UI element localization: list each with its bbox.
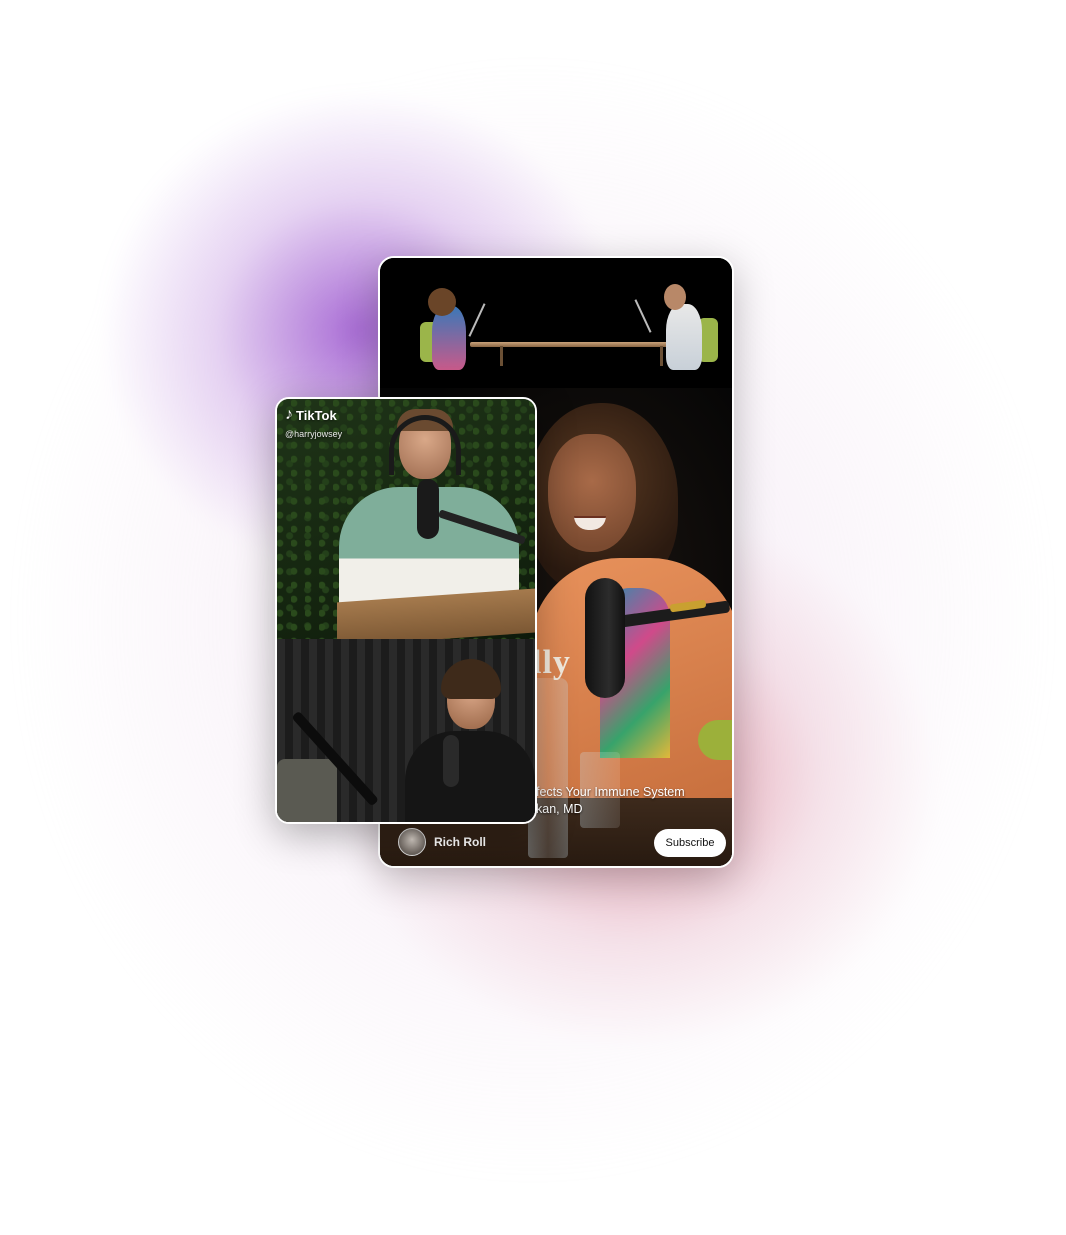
guest-face: [548, 434, 636, 552]
studio-wide-shot: [380, 258, 732, 388]
mini-mic-right: [634, 299, 652, 333]
podcast-mic: [585, 578, 625, 698]
tiktok-note-icon: ♪: [285, 406, 293, 423]
studio-table: [470, 342, 690, 347]
creator-handle[interactable]: @harryjowsey: [285, 429, 342, 439]
sofa: [277, 759, 337, 822]
guest-woman-head: [428, 288, 456, 316]
tiktok-logo: ♪ TikTok: [285, 407, 337, 423]
tiktok-brand-label: TikTok: [296, 407, 337, 423]
subscribe-button[interactable]: Subscribe: [654, 829, 726, 857]
mini-mic-left: [468, 303, 486, 337]
video-title-overlay: lly: [532, 644, 571, 681]
podcast-mic: [417, 479, 439, 539]
guest-body: [405, 731, 535, 822]
table-leg: [500, 346, 503, 366]
table-leg: [660, 346, 663, 366]
host-man-figure: [666, 304, 702, 370]
podcast-mic: [443, 735, 459, 787]
green-chair: [698, 720, 732, 760]
caption-line-2: kan, MD: [536, 802, 583, 816]
guest-hair: [441, 659, 501, 699]
channel-avatar[interactable]: [398, 828, 426, 856]
channel-name[interactable]: Rich Roll: [434, 835, 486, 849]
channel-info[interactable]: Rich Roll: [398, 828, 486, 856]
tiktok-video-card[interactable]: ♪ TikTok @harryjowsey: [275, 397, 537, 824]
video-caption: fects Your Immune System kan, MD: [536, 784, 685, 818]
caption-line-1: fects Your Immune System: [536, 785, 685, 799]
tiktok-bottom-frame: [277, 639, 535, 822]
guest-woman-figure: [432, 306, 466, 370]
host-man-head: [664, 284, 686, 310]
